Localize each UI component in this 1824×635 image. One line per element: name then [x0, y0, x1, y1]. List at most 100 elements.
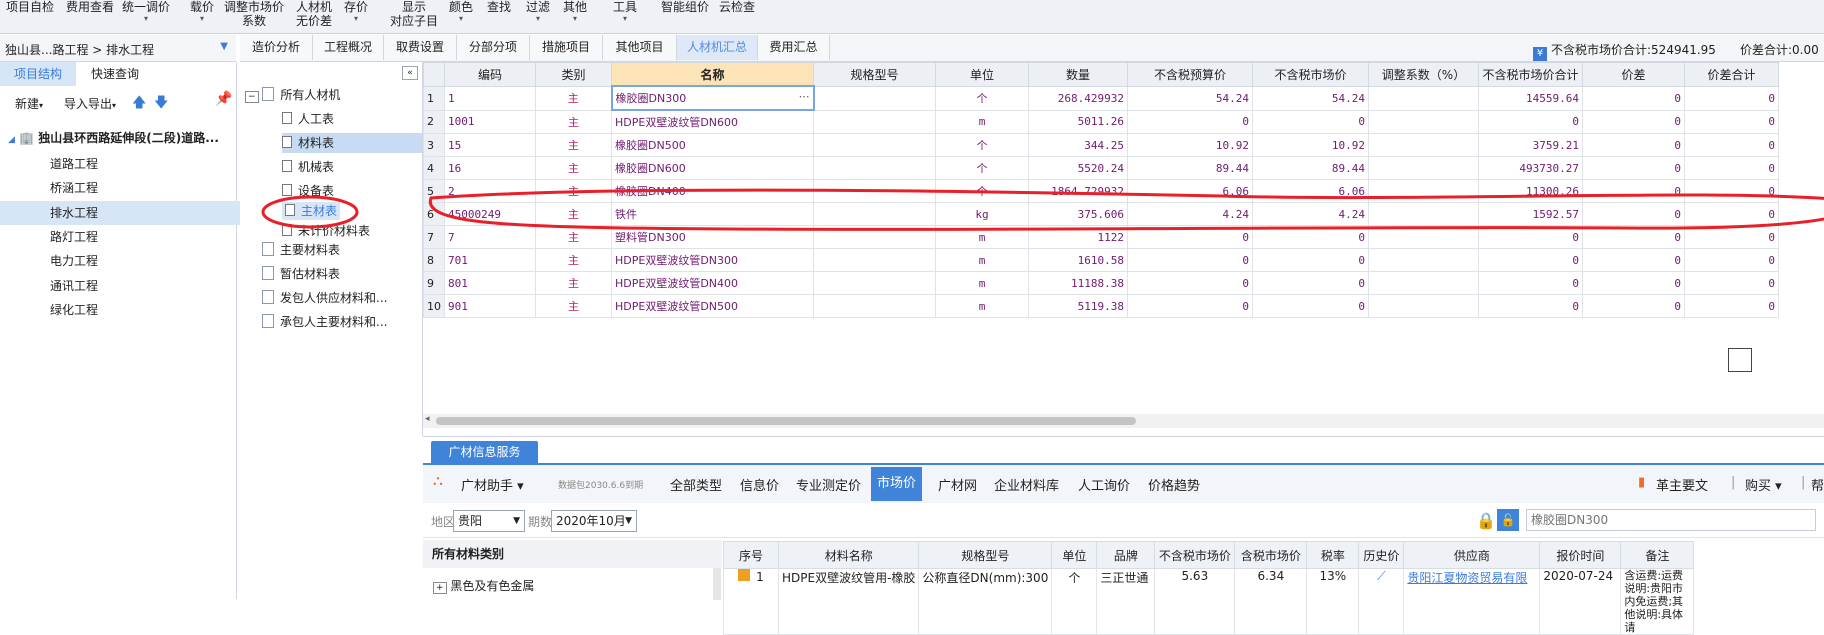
bcol-index[interactable]: 序号	[723, 541, 779, 569]
cell-category[interactable]: 主	[535, 294, 612, 318]
tab-subitems[interactable]: 分部分项	[457, 35, 530, 60]
cell-diff[interactable]: 0	[1582, 271, 1685, 295]
tree-material-table[interactable]: 材料表	[282, 133, 422, 153]
toolbar-other[interactable]: 其他 ▾	[563, 0, 587, 24]
cell-diff-total[interactable]: 0	[1684, 294, 1779, 318]
region-select[interactable]: 贵阳 ▼	[453, 510, 525, 532]
toolbar-self-check[interactable]: 项目自检	[6, 0, 54, 14]
tab-material-summary[interactable]: 人材机汇总	[677, 35, 758, 60]
material-search-input[interactable]	[1526, 509, 1816, 531]
toolbar-load-price[interactable]: 载价 ▾	[190, 0, 214, 24]
checkbox-square[interactable]	[1728, 348, 1752, 372]
tree-employer-supplied[interactable]: 发包人供应材料和...	[262, 290, 387, 306]
cell-code[interactable]: 801	[444, 271, 536, 295]
tree-project[interactable]: ◢ 🏢 独山县环西路延伸段(二段)道路...	[0, 126, 244, 150]
cell-spec[interactable]	[813, 294, 936, 318]
bcol-tax[interactable]: 税率	[1306, 541, 1360, 569]
gtab-guangcai-net[interactable]: 广材网	[938, 475, 977, 494]
tab-fee-setting[interactable]: 取费设置	[384, 35, 457, 60]
price-row[interactable]: 1 HDPE双壁波纹管用-橡胶 公称直径DN(mm):300 个 三正世通 5.…	[723, 568, 1695, 635]
table-row[interactable]: 9 801 主 HDPE双壁波纹管DN400 m 11188.38 0 0 0 0 0	[423, 271, 1779, 295]
unlock-icon[interactable]: 🔓	[1497, 509, 1519, 531]
tab-project-structure[interactable]: 项目结构	[0, 62, 76, 86]
bcol-price-in[interactable]: 含税市场价	[1234, 541, 1308, 569]
collapse-panel-icon[interactable]: «	[402, 66, 418, 80]
chevron-down-icon[interactable]: ▼	[220, 41, 228, 52]
tab-fee-summary[interactable]: 费用汇总	[758, 35, 830, 60]
tab-material-info-service[interactable]: 广材信息服务	[431, 441, 538, 463]
toolbar-color[interactable]: 颜色 ▾	[449, 0, 473, 24]
tab-quick-query[interactable]: 快速查询	[77, 62, 153, 86]
bcol-spec[interactable]: 规格型号	[918, 541, 1053, 569]
category-scrollbar[interactable]	[713, 568, 721, 600]
cell-adjust-coef[interactable]	[1368, 271, 1479, 295]
toolbar-filter[interactable]: 过滤 ▾	[526, 0, 550, 24]
gtab-info-price[interactable]: 信息价	[740, 475, 779, 494]
cell-spec[interactable]	[813, 271, 936, 295]
toolbar-adjust-coef[interactable]: 调整市场价 系数	[224, 0, 284, 28]
move-up-icon[interactable]: 🡅	[132, 92, 146, 116]
bcol-unit[interactable]: 单位	[1051, 541, 1098, 569]
cell-code[interactable]: 901	[444, 294, 536, 318]
new-button[interactable]: 新建▾	[15, 95, 43, 112]
purchase-dropdown[interactable]: 购买 ▾	[1745, 475, 1782, 494]
expand-icon[interactable]: ◢	[8, 135, 15, 145]
tab-overview[interactable]: 工程概况	[313, 35, 384, 60]
scrollbar-thumb[interactable]	[436, 417, 1136, 425]
pin-icon[interactable]: 📌	[215, 91, 232, 107]
gtab-professional-price[interactable]: 专业测定价	[796, 475, 861, 494]
cell-diff-total[interactable]: 0	[1684, 271, 1779, 295]
tab-cost-analysis[interactable]: 造价分析	[240, 35, 313, 60]
bcol-name[interactable]: 材料名称	[777, 541, 920, 569]
toolbar-save-price[interactable]: 存价 ▾	[344, 0, 368, 24]
bcol-time[interactable]: 报价时间	[1539, 541, 1622, 569]
price-row-supplier[interactable]: 贵阳江夏物资贸易有限	[1403, 568, 1541, 635]
gtab-labor-inquiry[interactable]: 人工询价	[1078, 475, 1130, 494]
cell-unit[interactable]: m	[935, 271, 1029, 295]
scroll-left-icon[interactable]: ◂	[425, 414, 430, 424]
tree-contractor-materials[interactable]: 承包人主要材料和...	[262, 314, 387, 330]
toolbar-unified-adjust[interactable]: 统一调价 ▾	[122, 0, 170, 24]
toolbar-tools[interactable]: 工具 ▾	[613, 0, 637, 24]
bcol-history[interactable]: 历史价	[1358, 541, 1405, 569]
toolbar-find[interactable]: 查找	[487, 0, 511, 14]
table-row[interactable]: 10 901 主 HDPE双壁波纹管DN500 m 5119.38 0 0 0 0 0	[423, 294, 1779, 318]
gtab-all-types[interactable]: 全部类型	[670, 475, 722, 494]
collapse-icon[interactable]: −	[245, 91, 259, 103]
expand-icon[interactable]: +	[433, 582, 447, 594]
cell-diff[interactable]: 0	[1582, 294, 1685, 318]
gtab-price-trend[interactable]: 价格趋势	[1148, 475, 1200, 494]
move-down-icon[interactable]: 🡇	[154, 92, 168, 116]
cell-market-price[interactable]: 0	[1252, 271, 1369, 295]
period-select[interactable]: 2020年10月 ▼	[551, 510, 637, 532]
bcol-supplier[interactable]: 供应商	[1403, 541, 1541, 569]
tree-all-materials[interactable]: − 所有人材机	[245, 87, 340, 105]
cell-market-price[interactable]: 0	[1252, 294, 1369, 318]
cell-qty[interactable]: 11188.38	[1028, 271, 1128, 295]
toolbar-no-diff[interactable]: 人材机 无价差	[296, 0, 332, 28]
cell-qty[interactable]: 5119.38	[1028, 294, 1128, 318]
lock-icon[interactable]: 🔒	[1476, 511, 1496, 530]
tree-major-materials[interactable]: 主要材料表	[262, 242, 340, 258]
gtab-market-price[interactable]: 市场价	[871, 467, 923, 501]
cell-unit[interactable]: m	[935, 294, 1029, 318]
cell-name[interactable]: HDPE双壁波纹管DN500	[611, 294, 814, 318]
toolbar-smart-price[interactable]: 智能组价	[661, 0, 709, 14]
assistant-dropdown[interactable]: 广材助手 ▾	[461, 475, 524, 494]
toolbar-cost-view[interactable]: 费用查看	[66, 0, 114, 14]
tree-machine-table[interactable]: 机械表	[282, 159, 334, 175]
bcol-note[interactable]: 备注	[1620, 541, 1695, 569]
cell-budget-price[interactable]: 0	[1127, 271, 1253, 295]
cell-name[interactable]: HDPE双壁波纹管DN400	[611, 271, 814, 295]
tree-labor-table[interactable]: 人工表	[282, 111, 334, 127]
grid-horizontal-scrollbar[interactable]: ◂	[423, 414, 1824, 428]
tree-provisional-materials[interactable]: 暂估材料表	[262, 266, 340, 282]
trend-chart-icon[interactable]: ⟋	[1358, 568, 1405, 635]
cell-market-total[interactable]: 0	[1478, 271, 1583, 295]
cell-market-total[interactable]: 0	[1478, 294, 1583, 318]
bcol-brand[interactable]: 品牌	[1096, 541, 1156, 569]
link-help[interactable]: 帮	[1811, 475, 1824, 494]
tab-other-items[interactable]: 其他项目	[603, 35, 677, 60]
cell-adjust-coef[interactable]	[1368, 294, 1479, 318]
link-main-docs[interactable]: 革主要文	[1656, 475, 1708, 494]
